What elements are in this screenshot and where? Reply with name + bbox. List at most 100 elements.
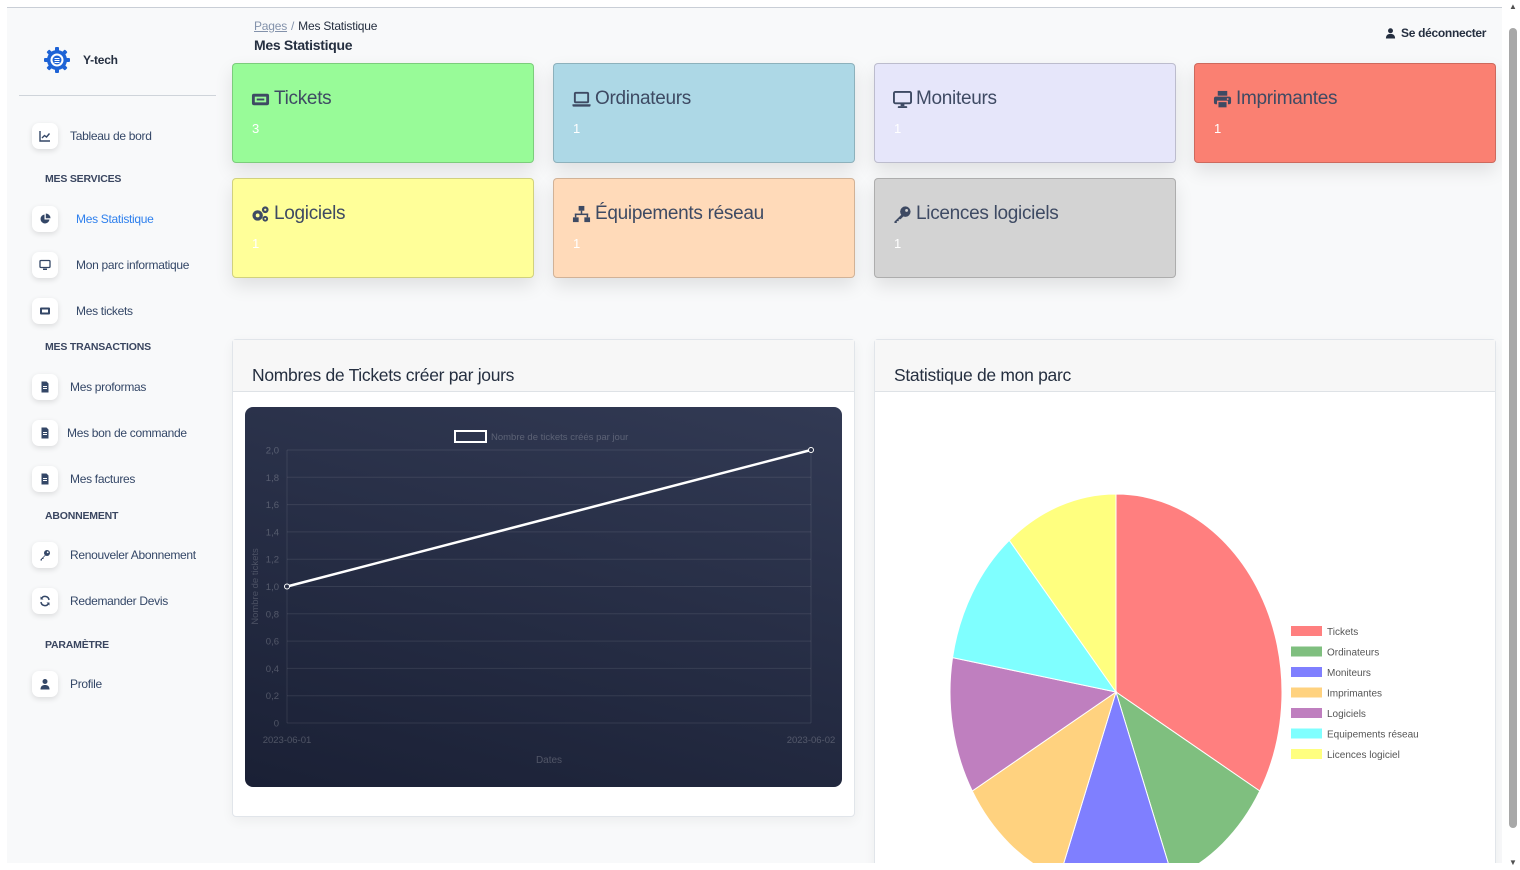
line-chart-svg: 0 0,2 0,4 0,6 0,8 1,0 1,2 1,4 1,6 1,8 2,0 2023-06-0… <box>250 430 836 766</box>
breadcrumb-current: Mes Statistique <box>298 19 378 33</box>
legend-label: Tickets <box>1327 627 1358 638</box>
card-imprimantes[interactable]: Imprimantes 1 <box>1194 63 1496 163</box>
card-title-text: Équipements réseau <box>595 203 764 224</box>
y-tick-label: 0,2 <box>266 691 279 702</box>
line-chart-panel: Nombres de Tickets créer par jours 0 0,2 0… <box>232 339 855 817</box>
card-value: 1 <box>894 121 902 136</box>
legend-swatch <box>454 430 487 443</box>
sidebar-item-label: Tableau de bord <box>70 129 152 143</box>
legend-swatch <box>1291 708 1322 718</box>
sidebar-item-profile[interactable]: Profile <box>32 671 102 697</box>
breadcrumb-link-pages[interactable]: Pages <box>254 19 287 33</box>
logout-label: Se déconnecter <box>1401 26 1487 40</box>
card-moniteurs[interactable]: Moniteurs 1 <box>874 63 1176 163</box>
sidebar-item-label: Redemander Devis <box>70 594 168 608</box>
card-title: Ordinateurs <box>572 88 691 110</box>
sidebar-item-mes-tickets[interactable]: Mes tickets <box>32 298 133 324</box>
legend-label: Imprimantes <box>1327 689 1382 700</box>
pie-chart-panel: Statistique de mon parc Tickets Ordinateu… <box>874 339 1496 863</box>
card-title: Équipements réseau <box>572 203 764 225</box>
app-frame: Y-tech Tableau de bord MES SERVICES Mes … <box>7 7 1502 863</box>
card-value: 1 <box>573 236 581 251</box>
sidebar-item-label: Mes tickets <box>76 304 133 318</box>
key-icon <box>32 542 58 568</box>
card-title: Tickets <box>251 88 332 110</box>
sidebar-item-label: Mon parc informatique <box>76 258 190 272</box>
sidebar-item-label: Mes factures <box>70 472 136 486</box>
user-icon <box>1385 28 1396 39</box>
data-point <box>808 447 814 453</box>
sidebar-item-mes-bon-de-commande[interactable]: Mes bon de commande <box>32 420 187 446</box>
legend-swatch <box>1291 626 1322 636</box>
monitor-icon <box>893 90 912 108</box>
breadcrumb-separator: / <box>291 19 295 33</box>
section-title-services: MES SERVICES <box>45 173 122 185</box>
x-axis-label: Dates <box>536 755 562 766</box>
gears-icon <box>252 205 269 222</box>
card-title: Moniteurs <box>893 88 997 110</box>
ticket-icon <box>251 93 270 105</box>
card-title-text: Imprimantes <box>1236 88 1338 109</box>
page-title: Mes Statistique <box>254 37 353 53</box>
scroll-down-icon[interactable]: ▼ <box>1509 858 1517 867</box>
card-equipements-reseau[interactable]: Équipements réseau 1 <box>553 178 855 278</box>
network-icon <box>572 205 591 222</box>
scroll-thumb[interactable] <box>1509 28 1517 828</box>
legend-swatch <box>1291 667 1322 677</box>
line-chart: 0 0,2 0,4 0,6 0,8 1,0 1,2 1,4 1,6 1,8 2,0 2023-06-0… <box>245 407 842 787</box>
sidebar-item-label: Profile <box>70 677 102 691</box>
sidebar-item-label: Mes Statistique <box>76 212 154 226</box>
sidebar-item-label: Mes bon de commande <box>67 426 187 440</box>
card-title-text: Moniteurs <box>916 88 997 109</box>
y-tick-label: 1,4 <box>266 527 279 538</box>
section-title-abonnement: ABONNEMENT <box>45 510 119 522</box>
brand[interactable]: Y-tech <box>43 46 118 74</box>
sidebar-divider <box>19 95 216 96</box>
brand-name: Y-tech <box>83 53 118 67</box>
document-icon <box>32 420 58 446</box>
y-tick-label: 0,8 <box>266 609 279 620</box>
key-icon <box>894 205 911 223</box>
y-tick-label: 1,8 <box>266 473 279 484</box>
card-value: 1 <box>894 236 902 251</box>
y-tick-label: 1,0 <box>266 582 279 593</box>
legend-label: Moniteurs <box>1327 668 1371 679</box>
ticket-icon <box>32 298 58 324</box>
card-title: Imprimantes <box>1213 88 1338 110</box>
series-line <box>286 448 812 588</box>
sidebar-item-mes-statistique[interactable]: Mes Statistique <box>32 206 154 232</box>
pie-chart-svg: Tickets Ordinateurs Moniteurs Imprimantes Lo… <box>949 493 1419 863</box>
laptop-icon <box>572 91 591 107</box>
page-scrollbar[interactable]: ▲ ▼ <box>1505 0 1520 870</box>
legend-label: Equipements réseau <box>1327 730 1419 741</box>
x-tick-label: 2023-06-02 <box>787 735 836 746</box>
data-point <box>284 583 290 590</box>
card-value: 3 <box>252 121 260 136</box>
card-value: 1 <box>252 236 260 251</box>
card-licences-logiciels[interactable]: Licences logiciels 1 <box>874 178 1176 278</box>
sidebar-item-mon-parc-informatique[interactable]: Mon parc informatique <box>32 252 189 278</box>
legend-swatch <box>1291 728 1322 739</box>
refresh-icon <box>32 588 58 614</box>
scroll-up-icon[interactable]: ▲ <box>1509 2 1517 11</box>
card-title-text: Ordinateurs <box>595 88 691 109</box>
x-tick-label: 2023-06-01 <box>263 735 312 746</box>
sidebar-item-tableau-de-bord[interactable]: Tableau de bord <box>32 123 152 149</box>
sidebar-item-redemander-devis[interactable]: Redemander Devis <box>32 588 168 614</box>
card-tickets[interactable]: Tickets 3 <box>232 63 534 163</box>
sidebar-item-mes-proformas[interactable]: Mes proformas <box>32 374 146 400</box>
card-value: 1 <box>573 121 581 136</box>
card-ordinateurs[interactable]: Ordinateurs 1 <box>553 63 855 163</box>
logout-button[interactable]: Se déconnecter <box>1385 26 1486 40</box>
line-chart-title: Nombres de Tickets créer par jours <box>233 340 854 392</box>
y-tick-label: 0,6 <box>266 637 279 648</box>
card-title-text: Logiciels <box>274 203 346 224</box>
gear-logo-icon <box>44 47 70 73</box>
sidebar-item-renouveler-abonnement[interactable]: Renouveler Abonnement <box>32 542 196 568</box>
user-icon <box>32 671 58 697</box>
card-logiciels[interactable]: Logiciels 1 <box>232 178 534 278</box>
desktop-icon <box>32 252 58 278</box>
card-value: 1 <box>1214 121 1222 136</box>
legend-label: Nombre de tickets créés par jour <box>491 432 628 443</box>
sidebar-item-mes-factures[interactable]: Mes factures <box>32 466 135 492</box>
